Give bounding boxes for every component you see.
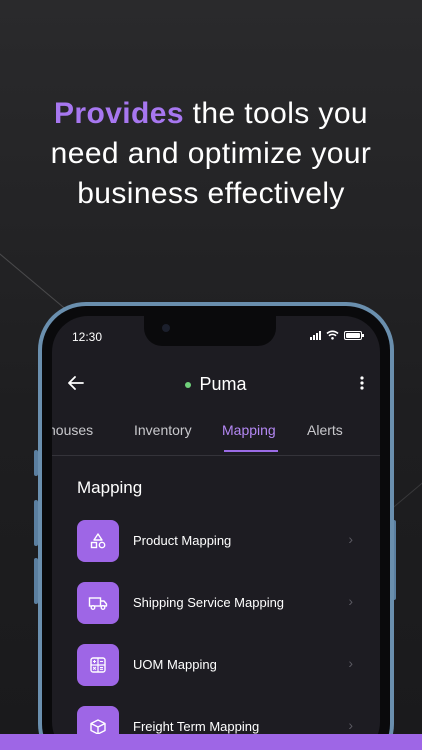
more-vertical-icon: [360, 376, 364, 390]
wifi-icon: [326, 330, 339, 340]
shapes-icon: [90, 533, 106, 549]
app-header: Puma: [52, 370, 380, 400]
status-dot: [185, 382, 192, 389]
status-time: 12:30: [72, 330, 103, 344]
tab-warehouses[interactable]: houses: [52, 422, 93, 438]
section-title: Mapping: [77, 478, 143, 497]
headline: Provides the tools you need and optimize…: [0, 94, 422, 214]
phone-frame: 12:30 Puma houses Inventory Mapping Aler…: [38, 302, 394, 750]
tab-alerts[interactable]: Alerts: [307, 422, 343, 438]
headline-line1: the tools you: [183, 97, 368, 130]
header-title: Puma: [199, 374, 247, 394]
battery-icon: [344, 330, 364, 340]
list-item-uom-mapping[interactable]: UOM Mapping ›: [77, 644, 353, 686]
list-item-shipping-service-mapping[interactable]: Shipping Service Mapping ›: [77, 582, 353, 624]
tab-active-indicator: [224, 450, 278, 452]
calculator-icon: [90, 657, 106, 673]
tab-inventory[interactable]: Inventory: [134, 422, 192, 438]
chevron-right-icon: ›: [348, 593, 353, 609]
tab-mapping[interactable]: Mapping: [222, 422, 276, 438]
headline-accent: Provides: [54, 97, 184, 130]
tab-bar: houses Inventory Mapping Alerts: [52, 422, 380, 456]
signal-icon: [310, 330, 321, 340]
list-item-label: UOM Mapping: [133, 657, 217, 672]
chevron-right-icon: ›: [348, 531, 353, 547]
list-item-label: Product Mapping: [133, 533, 232, 548]
camera-icon: [162, 324, 170, 332]
truck-icon: [88, 597, 108, 610]
list-item-product-mapping[interactable]: Product Mapping ›: [77, 520, 353, 562]
headline-line3: business effectively: [77, 177, 345, 210]
list-item-label: Shipping Service Mapping: [133, 595, 285, 610]
chevron-right-icon: ›: [348, 655, 353, 671]
headline-line2: need and optimize your: [50, 137, 372, 170]
more-options-button[interactable]: [360, 374, 364, 395]
chevron-right-icon: ›: [348, 717, 353, 733]
bottom-accent-bar: [0, 734, 422, 750]
list-item-label: Freight Term Mapping: [133, 719, 260, 734]
notch: [144, 316, 276, 346]
phone-screen: 12:30 Puma houses Inventory Mapping Aler…: [52, 316, 380, 750]
